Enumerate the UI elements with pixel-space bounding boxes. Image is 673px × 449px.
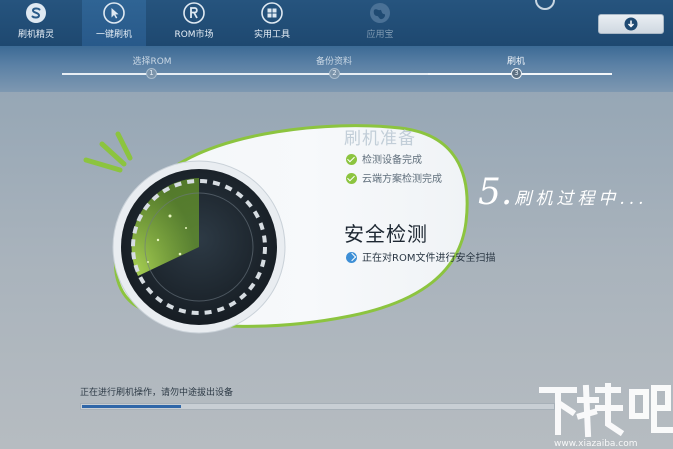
nav-item-one-click-flash[interactable]: 一键刷机	[82, 0, 146, 46]
nav-item-app-store[interactable]: 应用宝	[348, 0, 412, 46]
step-dot-3: 3	[511, 68, 522, 79]
flash-status-text: 正在进行刷机操作，请勿中途拔出设备	[80, 388, 234, 398]
download-button[interactable]	[598, 14, 664, 34]
nav-label: 应用宝	[366, 30, 394, 40]
current-step-title: 安全检测	[344, 222, 428, 246]
step-line-completed	[62, 73, 428, 75]
nav-label: 一键刷机	[95, 30, 132, 40]
nav-item-tools[interactable]: 实用工具	[240, 0, 304, 46]
grid-icon	[261, 2, 283, 24]
step-label-select-rom: 选择ROM	[132, 57, 172, 67]
check-item-device-detected: 检测设备完成	[346, 154, 422, 166]
step-caption: 5. 刷机过程中...	[478, 172, 648, 213]
watermark-url: www.xiazaiba.com	[554, 439, 638, 449]
step-label-backup: 备份资料	[315, 57, 352, 67]
cursor-icon	[103, 2, 125, 24]
check-label: 云端方案检测完成	[362, 174, 442, 185]
progress-fill	[82, 405, 181, 408]
rom-r-icon	[183, 2, 205, 24]
flash-progress-bar	[80, 403, 555, 410]
step-label-flash: 刷机	[506, 57, 525, 67]
nav-label: ROM市场	[174, 30, 214, 40]
download-icon	[624, 17, 638, 31]
check-icon	[346, 173, 357, 184]
check-icon	[346, 154, 357, 165]
nav-label: 实用工具	[253, 30, 290, 40]
check-item-cloud-detected: 云端方案检测完成	[346, 173, 442, 185]
nav-item-flash-wizard[interactable]: 刷机精灵	[4, 0, 68, 46]
check-label: 检测设备完成	[362, 155, 422, 166]
top-navigation-bar: 刷机精灵 一键刷机 ROM市场 实用工具 应用宝	[0, 0, 673, 46]
current-step-status: 正在对ROM文件进行安全扫描	[346, 252, 495, 264]
xiazaiba-watermark-logo: www.xiazaiba.com	[539, 383, 673, 449]
status-label: 正在对ROM文件进行安全扫描	[362, 253, 496, 264]
brand-s-icon	[26, 3, 46, 23]
step-progress-bar: 选择ROM 1 备份资料 2 刷机 3	[0, 46, 673, 92]
nav-item-rom-market[interactable]: ROM市场	[162, 0, 226, 46]
nav-label: 刷机精灵	[17, 30, 54, 40]
step-dot-1: 1	[146, 68, 157, 79]
caption-number: 5.	[478, 172, 513, 213]
caption-text: 刷机过程中...	[514, 189, 648, 209]
step-dot-2: 2	[329, 68, 340, 79]
arrow-circle-icon	[346, 252, 357, 263]
scan-gauge-icon	[112, 160, 286, 334]
globe-icon	[370, 3, 390, 23]
window-control-icon[interactable]	[535, 0, 555, 10]
faded-panel-title: 刷机准备	[344, 129, 416, 149]
